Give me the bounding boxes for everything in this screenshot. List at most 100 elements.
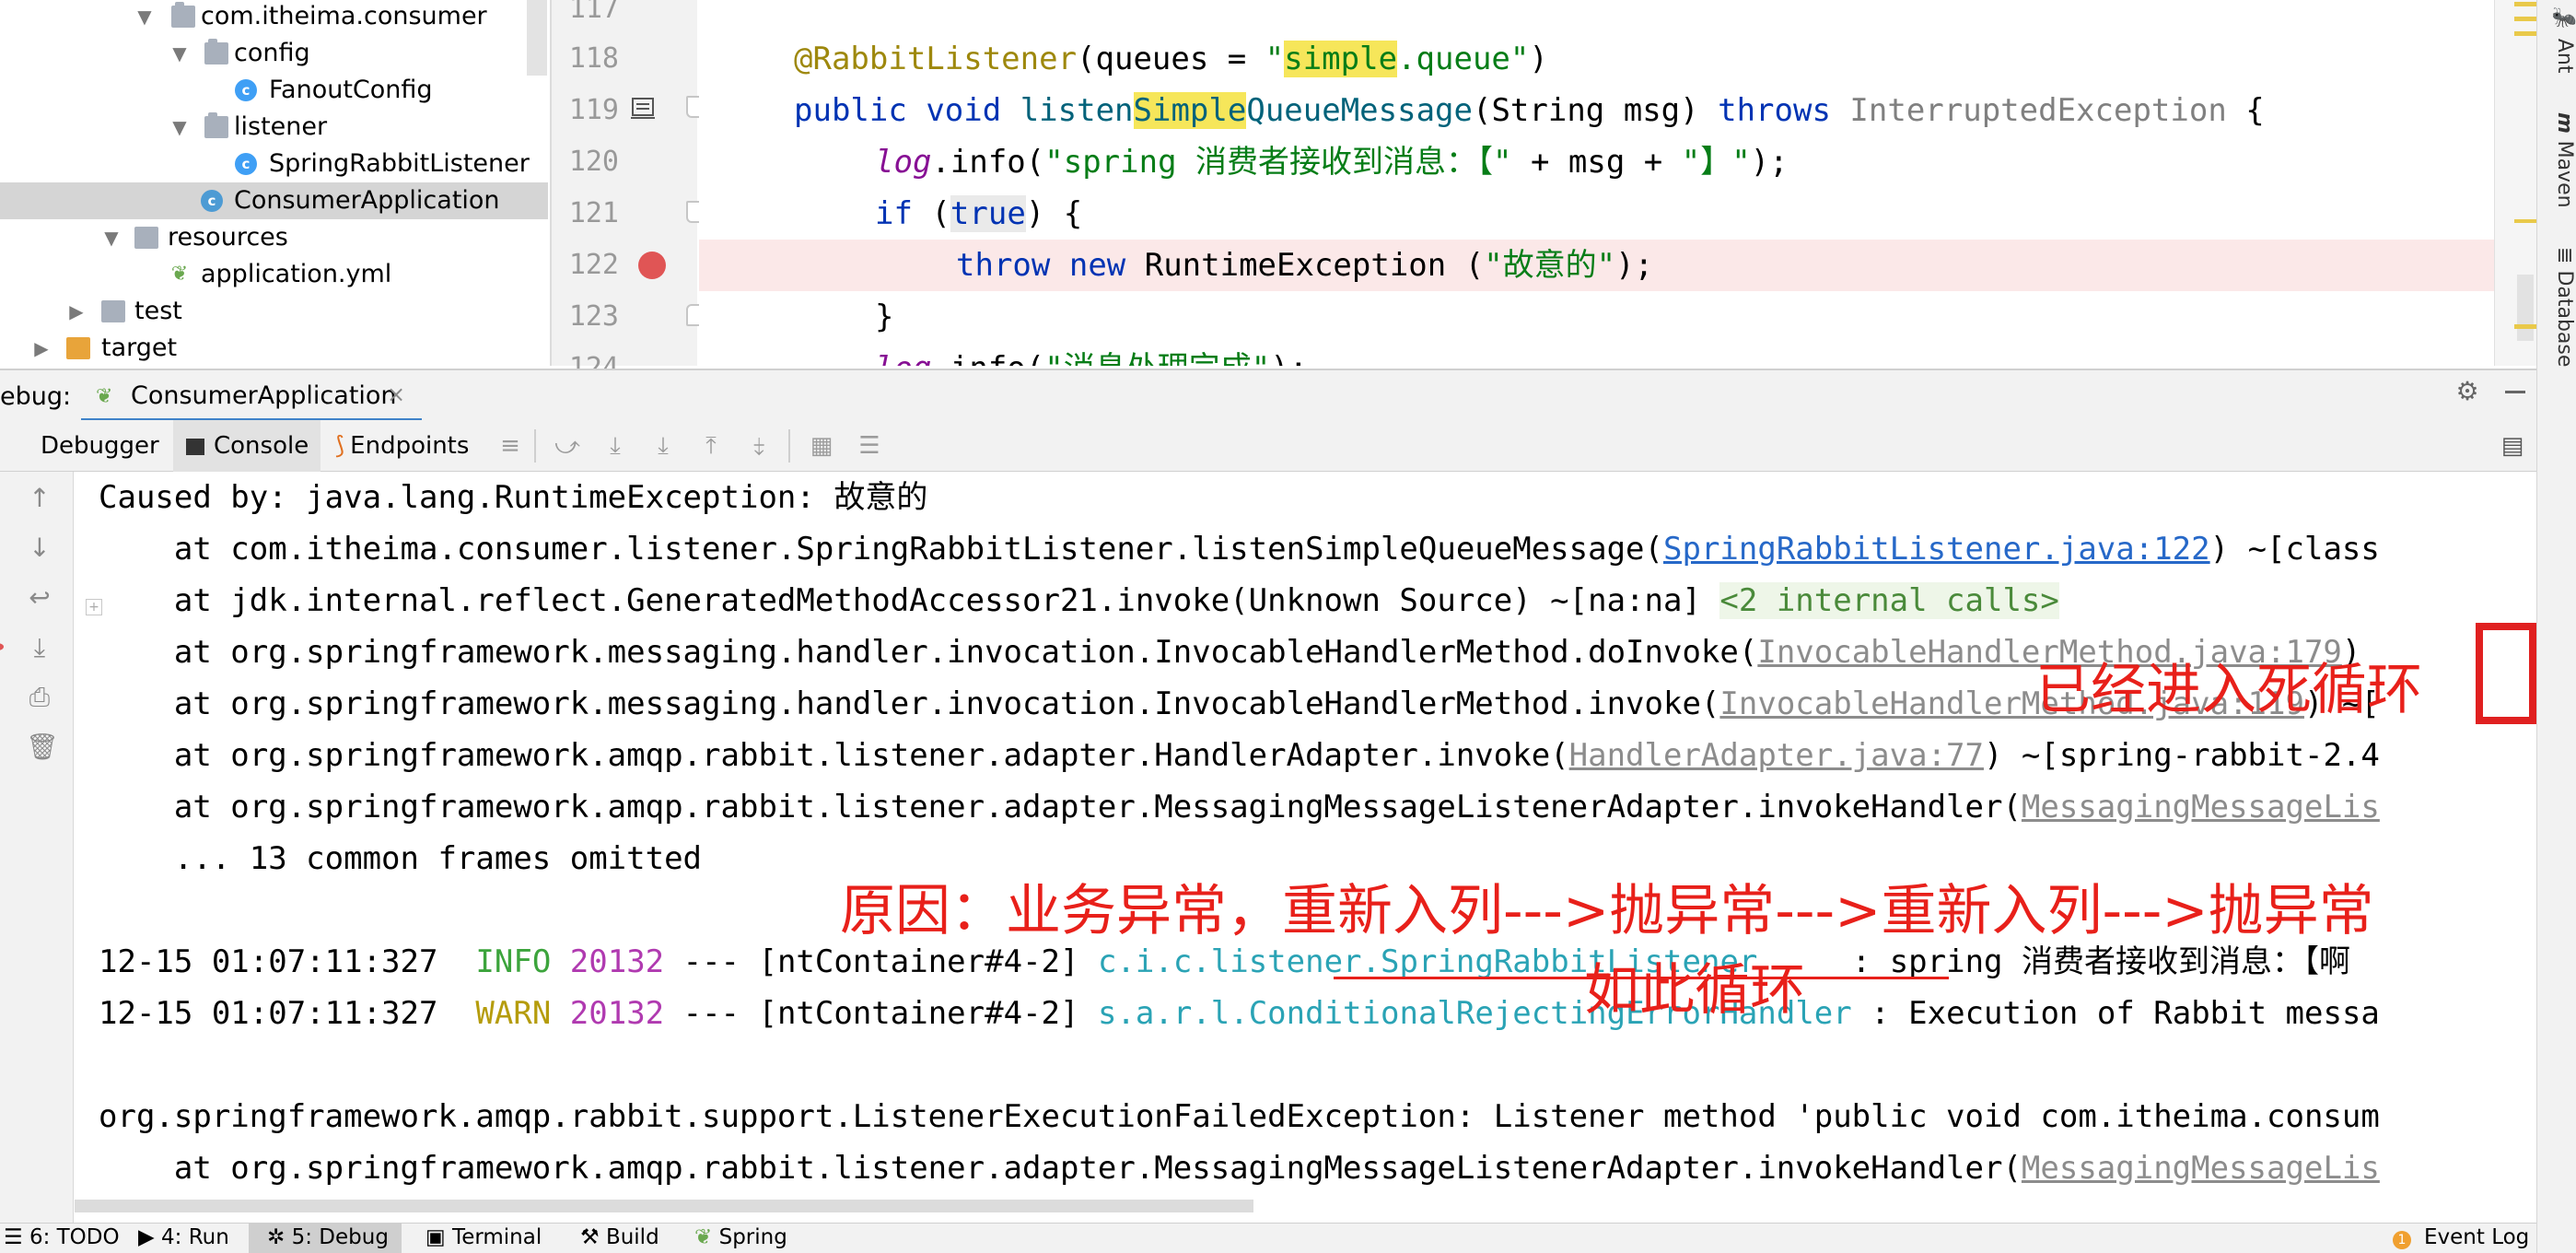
console-line: at org.springframework.messaging.handler… xyxy=(99,634,2361,671)
collapse-arrow-icon[interactable]: ▶ xyxy=(29,330,53,366)
trace-icon[interactable]: ☰ xyxy=(855,431,884,461)
console-line: at com.itheima.consumer.listener.SpringR… xyxy=(99,531,2380,568)
tab-endpoints[interactable]: ⟆ Endpoints xyxy=(335,420,486,472)
scroll-to-end-icon[interactable]: ⤓ xyxy=(26,634,53,662)
console-line: at org.springframework.amqp.rabbit.liste… xyxy=(99,737,2380,774)
debug-session-label: ConsumerApplication xyxy=(131,381,397,410)
database-tab[interactable]: ≣ Database xyxy=(2539,247,2576,367)
expand-arrow-icon[interactable]: ▼ xyxy=(168,109,192,146)
editor-scroll-thumb[interactable] xyxy=(2517,275,2534,341)
collapse-arrow-icon[interactable]: ▶ xyxy=(64,293,88,330)
expand-arrow-icon[interactable]: ▼ xyxy=(99,219,123,256)
tree-item-target[interactable]: ▶ target xyxy=(0,330,548,366)
annotation-cycle: 如此循环 xyxy=(1584,958,1805,1023)
source-link[interactable]: HandlerAdapter.java:77 xyxy=(1569,737,1984,774)
tree-item-label: com.itheima.consumer xyxy=(201,2,487,30)
console-line: Caused by: java.lang.RuntimeException: 故… xyxy=(99,479,928,516)
terminal-tool-button[interactable]: ▣ Terminal xyxy=(425,1223,542,1253)
line-number: 119 xyxy=(568,94,619,126)
menu-lines-icon[interactable]: ≡ xyxy=(495,431,525,461)
tree-item-label: FanoutConfig xyxy=(269,76,433,104)
yaml-file-icon: ❦ xyxy=(170,263,189,286)
todo-tool-button[interactable]: ☰ 6: TODO xyxy=(4,1223,120,1253)
tree-item-springrabbitlistener[interactable]: c SpringRabbitListener xyxy=(0,146,548,182)
stripe-mark[interactable] xyxy=(2514,324,2536,329)
code-line-122: throw new RuntimeException ("故意的"); xyxy=(699,240,2536,291)
tree-vertical-scrollbar[interactable] xyxy=(527,0,547,76)
expand-icon[interactable]: + xyxy=(86,599,102,615)
tree-item-listener[interactable]: ▼ listener xyxy=(0,109,548,146)
expand-arrow-icon[interactable]: ▼ xyxy=(168,35,192,72)
console-horizontal-scrollbar[interactable] xyxy=(75,1200,1253,1212)
step-out-icon[interactable]: ⤒ xyxy=(696,431,726,461)
show-execution-point-icon[interactable]: ⤻ xyxy=(553,431,582,461)
code-line-120: log.info("spring 消费者接收到消息：【" + msg + "】"… xyxy=(875,144,1789,181)
todo-icon: ☰ xyxy=(4,1225,29,1249)
console-line: at jdk.internal.reflect.GeneratedMethodA… xyxy=(99,582,2059,619)
build-tool-button[interactable]: ⚒ Build xyxy=(580,1223,659,1253)
tree-item-label: application.yml xyxy=(201,260,392,288)
tree-item-com-itheima-consumer[interactable]: ▼ com.itheima.consumer xyxy=(0,0,548,35)
event-log-button[interactable]: Event Log xyxy=(2424,1223,2529,1253)
layout-icon[interactable]: ▤ xyxy=(2498,431,2527,461)
tree-item-test[interactable]: ▶ test xyxy=(0,293,548,330)
tree-item-label: listener xyxy=(234,112,328,141)
package-folder-icon xyxy=(204,112,228,138)
tree-item-config[interactable]: ▼ config xyxy=(0,35,548,72)
console-line: at org.springframework.amqp.rabbit.liste… xyxy=(99,1150,2380,1187)
console-line: ... 13 common frames omitted xyxy=(99,840,703,877)
close-icon[interactable]: × xyxy=(387,381,405,407)
code-editor[interactable]: @RabbitListener(queues = "simple.queue")… xyxy=(699,0,2536,366)
toolbar-separator xyxy=(788,429,790,463)
run-to-cursor-icon[interactable]: ⤈ xyxy=(744,431,774,461)
ant-tab[interactable]: 🐜 Ant xyxy=(2539,7,2576,73)
rabbit-listener-gutter-icon[interactable] xyxy=(629,95,657,121)
internal-calls-fold[interactable]: <2 internal calls> xyxy=(1719,582,2059,619)
minimize-icon[interactable] xyxy=(2501,378,2529,405)
stripe-mark[interactable] xyxy=(2514,219,2536,223)
console-output[interactable]: Caused by: java.lang.RuntimeException: 故… xyxy=(75,472,2536,1223)
hammer-icon: ⚒ xyxy=(580,1225,606,1249)
tree-item-consumerapplication[interactable]: c ConsumerApplication xyxy=(0,182,548,219)
trash-icon[interactable]: 🗑 xyxy=(26,733,59,761)
database-icon: ≣ xyxy=(2553,247,2576,271)
tab-console[interactable]: Console xyxy=(173,420,321,472)
stripe-mark[interactable] xyxy=(2514,31,2536,36)
step-into-icon[interactable]: ⤓ xyxy=(648,431,678,461)
stripe-mark[interactable] xyxy=(2514,17,2536,21)
tree-item-resources[interactable]: ▼ resources xyxy=(0,219,548,256)
tree-item-label: ConsumerApplication xyxy=(234,186,500,215)
source-link[interactable]: SpringRabbitListener.java:122 xyxy=(1663,531,2210,568)
debug-session-tab[interactable]: ❦ ConsumerApplication × xyxy=(81,370,422,422)
annotation-infinite-loop: 已经进入死循环 xyxy=(2035,658,2422,722)
down-arrow-icon[interactable]: ↓ xyxy=(26,534,53,562)
expand-arrow-icon[interactable]: ▼ xyxy=(133,0,157,35)
spring-tool-button[interactable]: ❦ Spring xyxy=(694,1223,787,1253)
line-number: 120 xyxy=(568,146,619,178)
step-over-icon[interactable]: ⤓ xyxy=(600,431,630,461)
tree-item-fanoutconfig[interactable]: c FanoutConfig xyxy=(0,72,548,109)
package-folder-icon xyxy=(204,39,228,64)
debug-tool-button[interactable]: ✲ 5: Debug xyxy=(249,1223,402,1253)
up-arrow-icon[interactable]: ↑ xyxy=(26,485,53,512)
gear-icon[interactable]: ⚙ xyxy=(2454,378,2481,405)
breakpoint-icon[interactable] xyxy=(638,252,666,279)
print-icon[interactable]: ⎙ xyxy=(26,684,53,711)
tree-item-application-yml[interactable]: ❦ application.yml xyxy=(0,256,548,293)
spring-boot-class-icon: c xyxy=(201,190,223,212)
event-log-badge: 1 xyxy=(2393,1231,2411,1249)
run-tool-button[interactable]: ▶ 4: Run xyxy=(138,1223,229,1253)
source-link[interactable]: MessagingMessageLis xyxy=(2022,1150,2380,1187)
stripe-mark[interactable] xyxy=(2514,2,2536,6)
toolbar-separator xyxy=(534,429,536,463)
line-number: 121 xyxy=(568,197,619,229)
terminal-icon: ▣ xyxy=(425,1225,453,1249)
soft-wrap-icon[interactable]: ↩ xyxy=(26,584,53,612)
source-link[interactable]: MessagingMessageLis xyxy=(2022,789,2380,826)
console-line: org.springframework.amqp.rabbit.support.… xyxy=(99,1098,2380,1135)
evaluate-expression-icon[interactable]: ▦ xyxy=(807,431,836,461)
line-number: 122 xyxy=(568,249,619,281)
maven-tab[interactable]: m Maven xyxy=(2539,112,2576,208)
tab-debugger[interactable]: Debugger xyxy=(22,420,159,472)
endpoints-icon: ⟆ xyxy=(335,432,345,460)
